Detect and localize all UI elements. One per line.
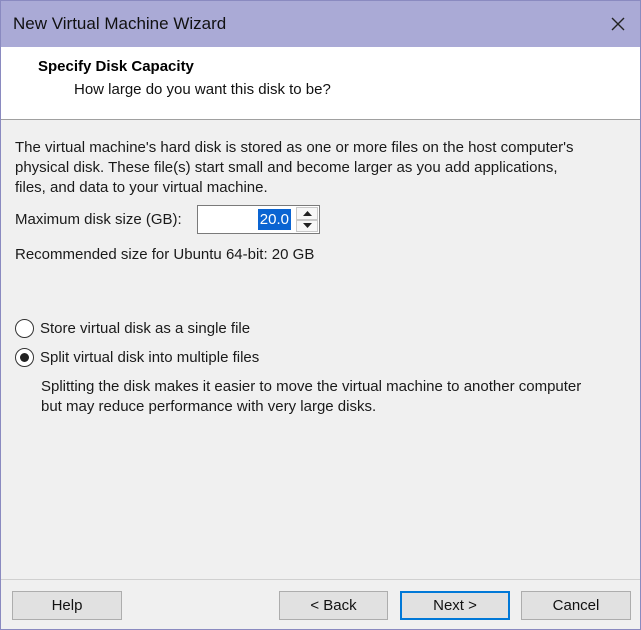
help-button[interactable]: Help [12,591,122,620]
page-subtitle: How large do you want this disk to be? [74,81,331,98]
split-description-line: but may reduce performance with very lar… [41,398,377,415]
radio-selected-dot [20,353,29,362]
arrow-down-icon [302,223,312,229]
max-disk-size-label: Maximum disk size (GB): [15,211,182,228]
window-title: New Virtual Machine Wizard [13,14,227,33]
description-line: physical disk. These file(s) start small… [15,159,558,176]
close-button[interactable] [602,9,634,39]
recommended-size-text: Recommended size for Ubuntu 64-bit: 20 G… [15,246,315,263]
increase-button[interactable] [296,207,318,220]
split-files-label: Split virtual disk into multiple files [40,349,260,366]
next-button[interactable]: Next > [400,591,510,620]
cancel-button[interactable]: Cancel [521,591,631,620]
split-description-line: Splitting the disk makes it easier to mo… [41,378,582,395]
page-title: Specify Disk Capacity [38,58,194,75]
disk-description: The virtual machine's hard disk is store… [15,138,625,198]
title-bar[interactable]: New Virtual Machine Wizard [1,1,640,47]
split-files-radio[interactable] [15,348,34,367]
wizard-window: New Virtual Machine Wizard Specify Disk … [0,0,641,630]
spin-buttons [296,207,318,232]
disk-size-input[interactable]: 20.0 [257,209,291,230]
footer-divider [1,579,640,580]
decrease-button[interactable] [296,219,318,232]
description-line: The virtual machine's hard disk is store… [15,139,574,156]
split-description: Splitting the disk makes it easier to mo… [41,377,641,417]
back-button[interactable]: < Back [279,591,388,620]
split-files-option[interactable]: Split virtual disk into multiple files [15,348,259,367]
disk-size-stepper[interactable]: 20.0 [197,205,320,234]
arrow-up-icon [302,210,312,216]
single-file-label: Store virtual disk as a single file [40,320,251,337]
close-icon [611,17,625,31]
single-file-radio[interactable] [15,319,34,338]
description-line: files, and data to your virtual machine. [15,179,268,196]
wizard-header: Specify Disk Capacity How large do you w… [1,47,640,120]
single-file-option[interactable]: Store virtual disk as a single file [15,319,250,338]
